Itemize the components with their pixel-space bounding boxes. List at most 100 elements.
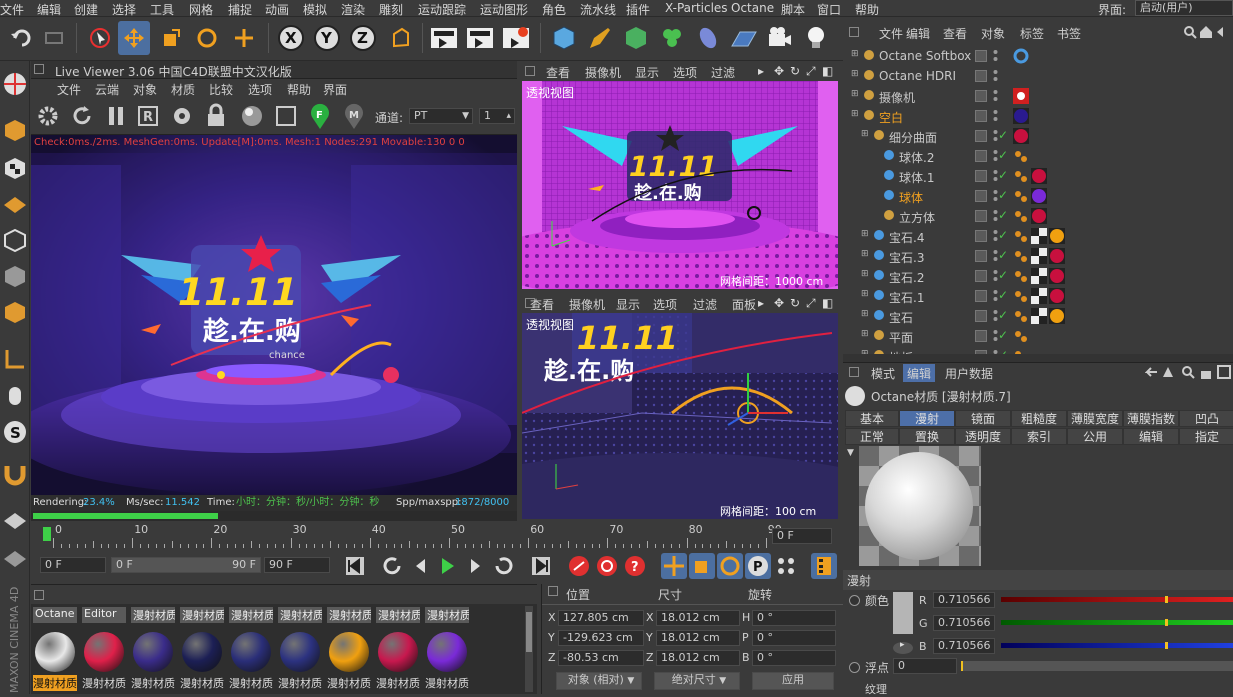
object-row[interactable]: ⊞ 宝石.2 ✓	[843, 266, 1233, 286]
visibility-toggle[interactable]	[975, 310, 987, 322]
object-row[interactable]: ⊞ 细分曲面 ✓	[843, 126, 1233, 146]
object-row[interactable]: ⊞ 空白	[843, 106, 1233, 126]
lv-menu-item-1[interactable]: 云端	[95, 81, 119, 98]
grid-icon[interactable]	[2, 545, 28, 571]
menu-item-14[interactable]: 流水线	[580, 1, 616, 18]
channel-tab[interactable]: 镜面	[955, 410, 1011, 427]
chevron-right-icon[interactable]: ▸	[758, 296, 764, 310]
home-icon[interactable]	[1199, 25, 1213, 42]
visibility-toggle[interactable]	[975, 90, 987, 102]
object-row[interactable]: 球体.2 ✓	[843, 146, 1233, 166]
key-rotation-icon[interactable]	[717, 553, 743, 579]
material-tag-icon[interactable]	[1013, 108, 1029, 124]
channel-select[interactable]: PT ▼	[409, 108, 473, 124]
material-sphere-icon[interactable]	[239, 103, 265, 132]
light-icon[interactable]	[800, 21, 832, 55]
enabled-check-icon[interactable]: ✓	[998, 168, 1008, 182]
phong-tag-icon[interactable]	[1013, 248, 1029, 264]
attr-tab-2[interactable]: 用户数据	[941, 364, 997, 383]
pick-focus-icon[interactable]: F	[307, 101, 333, 134]
menu-item-5[interactable]: 网格	[189, 1, 213, 18]
new-panel-icon[interactable]	[1217, 365, 1231, 382]
menu-item-12[interactable]: 运动图形	[480, 1, 528, 18]
search-icon[interactable]	[1183, 25, 1197, 42]
attr-tab-0[interactable]: 模式	[867, 364, 899, 383]
camera-tag-icon[interactable]	[1013, 88, 1029, 104]
object-row[interactable]: ⊞ 平面 ✓	[843, 326, 1233, 346]
position-field[interactable]: 127.805 cm	[558, 610, 644, 626]
phong-tag-icon[interactable]	[1013, 188, 1029, 204]
phong-tag-icon[interactable]	[1013, 288, 1029, 304]
material-scroll-thumb[interactable]	[526, 612, 532, 652]
enabled-check-icon[interactable]: ✓	[998, 308, 1008, 322]
texture-tag-icon[interactable]	[1031, 288, 1047, 304]
channel-tab[interactable]: 薄膜宽度	[1067, 410, 1123, 427]
phong-tag-icon[interactable]	[1013, 268, 1029, 284]
material-item[interactable]: 漫射材质	[82, 608, 126, 690]
key-scale-icon[interactable]	[689, 553, 715, 579]
polygon-mode-icon[interactable]	[2, 299, 28, 325]
material-item[interactable]: 漫射材质	[131, 608, 175, 690]
channel-tab[interactable]: 凹凸	[1179, 410, 1233, 427]
menu-item-1[interactable]: 编辑	[37, 1, 61, 18]
render-view-icon[interactable]	[428, 21, 460, 55]
position-field[interactable]: -129.623 cm	[558, 630, 644, 646]
object-row[interactable]: ⊞ 宝石.3 ✓	[843, 246, 1233, 266]
menu-item-19[interactable]: 窗口	[817, 1, 841, 18]
object-row[interactable]: ⊞ 宝石.1 ✓	[843, 286, 1233, 306]
phong-tag-icon[interactable]	[1013, 208, 1029, 224]
timeline-playhead[interactable]	[43, 527, 51, 541]
camera-icon[interactable]	[764, 21, 796, 55]
move-view-icon[interactable]: ✥	[774, 64, 784, 78]
menu-item-17[interactable]: Octane	[731, 1, 774, 15]
auto-keyframe-icon[interactable]	[595, 555, 619, 580]
panel-grip-icon[interactable]	[34, 64, 44, 74]
move-view-icon[interactable]: ✥	[774, 296, 784, 310]
panel-grip-icon[interactable]	[525, 66, 535, 76]
phong-tag-icon[interactable]	[1013, 148, 1029, 164]
expand-icon[interactable]: ⊞	[851, 49, 859, 59]
enabled-check-icon[interactable]: ✓	[998, 268, 1008, 282]
viewport_bottom-menu-item-1[interactable]: 摄像机	[569, 296, 605, 313]
undo-button[interactable]	[4, 21, 36, 55]
region-render-icon[interactable]: R	[135, 103, 161, 132]
channel-tab[interactable]: 透明度	[955, 428, 1011, 445]
enabled-check-icon[interactable]: ✓	[998, 288, 1008, 302]
render-picture-viewer-icon[interactable]	[464, 21, 496, 55]
object-row[interactable]: ⊞ Octane Softbox	[843, 46, 1233, 66]
previous-frame-icon[interactable]	[409, 555, 433, 580]
axis-y-button[interactable]: Y	[311, 21, 343, 55]
visibility-toggle[interactable]	[975, 270, 987, 282]
material-tag-icon[interactable]	[1031, 188, 1047, 204]
viewport_bottom-menu-item-2[interactable]: 显示	[616, 296, 640, 313]
end-frame-field[interactable]: 90 F	[264, 557, 330, 573]
key-parameter-icon[interactable]: P	[745, 553, 771, 579]
collapse-arrow-icon[interactable]: ▼	[847, 448, 854, 458]
g-slider-handle[interactable]	[1165, 619, 1168, 626]
object-row[interactable]: ⊞ Octane HDRI	[843, 66, 1233, 86]
render-dots[interactable]	[993, 109, 998, 123]
lv-menu-item-3[interactable]: 材质	[171, 81, 195, 98]
chevron-right-icon[interactable]: ▸	[758, 64, 764, 78]
expand-icon[interactable]: ⊞	[861, 269, 869, 279]
visibility-toggle[interactable]	[975, 50, 987, 62]
menu-item-7[interactable]: 动画	[265, 1, 289, 18]
material-tag-icon[interactable]	[1013, 128, 1029, 144]
viewport_top-menu-item-3[interactable]: 选项	[673, 64, 697, 81]
render-settings-gear-icon[interactable]	[169, 103, 195, 132]
material-tag-icon[interactable]	[1049, 308, 1065, 324]
expand-icon[interactable]: ⊞	[861, 329, 869, 339]
pause-icon[interactable]	[103, 103, 129, 132]
snap-icon[interactable]: S	[2, 419, 28, 445]
phong-tag-icon[interactable]	[1013, 168, 1029, 184]
material-item[interactable]: 漫射材质	[425, 608, 469, 690]
move-icon[interactable]	[118, 21, 150, 55]
om-menu-item-2[interactable]: 查看	[943, 25, 967, 42]
enabled-check-icon[interactable]: ✓	[998, 228, 1008, 242]
color-radio[interactable]	[849, 595, 860, 606]
channel-tab[interactable]: 置换	[899, 428, 955, 445]
menu-item-18[interactable]: 脚本	[781, 1, 805, 18]
om-menu-item-0[interactable]: 文件	[879, 25, 903, 42]
enabled-check-icon[interactable]: ✓	[998, 208, 1008, 222]
material-tag-icon[interactable]	[1049, 248, 1065, 264]
